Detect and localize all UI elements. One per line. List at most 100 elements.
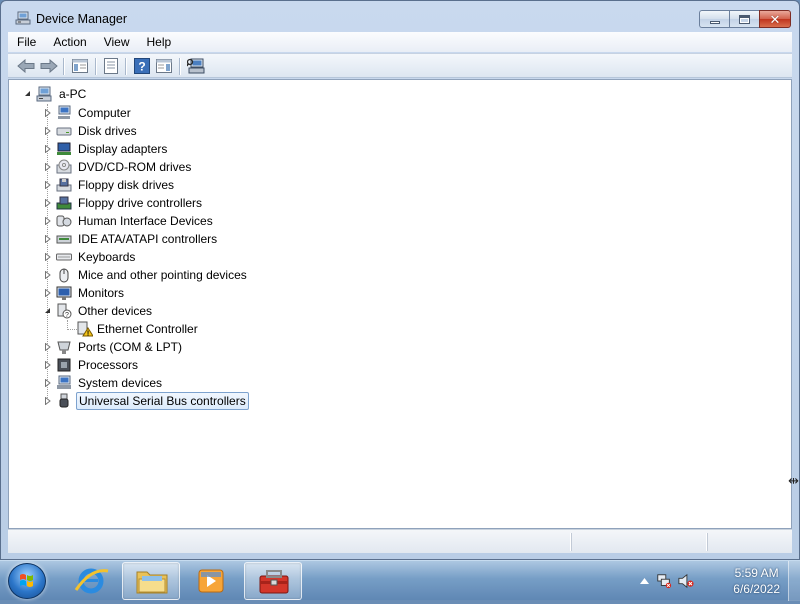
properties-icon	[104, 58, 118, 74]
expand-arrow-icon[interactable]	[43, 288, 52, 297]
computer-icon	[58, 105, 71, 119]
svg-text:!: !	[87, 330, 89, 337]
clock-date: 6/6/2022	[733, 582, 780, 596]
tree-item-floppy-drive-controllers[interactable]: Floppy drive controllers	[76, 195, 204, 211]
device-manager-window: Device Manager ✕ File Action View Help ?	[0, 0, 800, 560]
taskbar-internet-explorer[interactable]	[62, 562, 120, 600]
disk-drive-icon	[56, 127, 72, 136]
minimize-button[interactable]	[699, 10, 729, 28]
expand-arrow-icon[interactable]	[43, 270, 52, 279]
start-button[interactable]	[8, 563, 46, 599]
taskbar-media-player[interactable]	[182, 562, 240, 600]
expand-arrow-icon[interactable]	[43, 198, 52, 207]
expand-arrow-icon[interactable]	[43, 108, 52, 117]
toolbar-separator	[63, 58, 64, 75]
tree-item-human-interface-devices[interactable]: Human Interface Devices	[76, 213, 215, 229]
show-hidden-icons-arrow[interactable]	[636, 573, 652, 589]
scan-hardware-button[interactable]	[186, 57, 206, 75]
tree-item-system-devices[interactable]: System devices	[76, 375, 164, 391]
media-player-icon	[198, 569, 224, 593]
taskbar-device-manager[interactable]	[244, 562, 302, 600]
volume-muted-icon[interactable]	[678, 573, 694, 589]
expand-arrow-icon[interactable]	[43, 342, 52, 351]
port-icon	[57, 341, 71, 354]
help-icon: ?	[134, 58, 150, 74]
hid-icon	[56, 215, 72, 227]
processor-icon	[57, 358, 71, 372]
floppy-controller-icon	[56, 196, 72, 210]
expand-arrow-icon[interactable]	[43, 126, 52, 135]
expand-arrow-icon[interactable]	[43, 234, 52, 243]
monitor-icon	[56, 286, 72, 300]
menu-bar: File Action View Help	[8, 32, 792, 52]
taskbar-windows-explorer[interactable]	[122, 562, 180, 600]
forward-arrow-icon	[40, 59, 58, 73]
properties-button[interactable]	[101, 57, 121, 75]
show-action-pane-button[interactable]	[154, 57, 174, 75]
tree-item-dvd-cd-rom-drives[interactable]: DVD/CD-ROM drives	[76, 159, 193, 175]
menu-file[interactable]: File	[8, 32, 44, 52]
show-hide-console-tree-button[interactable]	[70, 57, 90, 75]
floppy-drive-icon	[56, 178, 72, 192]
keyboard-icon	[56, 253, 72, 261]
device-manager-icon	[15, 11, 31, 25]
menu-action[interactable]: Action	[44, 32, 94, 52]
computer-root-icon	[36, 86, 52, 102]
tree-item-ide-ata-atapi-controllers[interactable]: IDE ATA/ATAPI controllers	[76, 231, 219, 247]
window-title: Device Manager	[36, 12, 128, 26]
menu-view[interactable]: View	[95, 32, 138, 52]
menu-help[interactable]: Help	[138, 32, 180, 52]
network-icon[interactable]	[656, 573, 672, 589]
tree-root-label[interactable]: a-PC	[57, 86, 88, 102]
windows-explorer-icon	[136, 571, 168, 594]
status-panel	[571, 533, 707, 551]
expand-arrow-icon[interactable]	[43, 252, 52, 261]
expand-arrow-icon[interactable]	[43, 378, 52, 387]
forward-button[interactable]	[39, 57, 59, 75]
tree-item-disk-drives[interactable]: Disk drives	[76, 123, 139, 139]
ide-controller-icon	[56, 235, 72, 244]
collapse-arrow-icon[interactable]	[43, 306, 52, 315]
tree-item-monitors[interactable]: Monitors	[76, 285, 126, 301]
close-button[interactable]: ✕	[759, 10, 791, 28]
tree-item-processors[interactable]: Processors	[76, 357, 140, 373]
warning-device-icon: !	[77, 321, 93, 337]
tree-item-computer[interactable]: Computer	[76, 105, 133, 121]
resize-cursor-icon: ⇹	[788, 473, 799, 488]
expand-arrow-icon[interactable]	[43, 144, 52, 153]
show-action-pane-icon	[156, 59, 172, 73]
expand-arrow-icon[interactable]	[43, 360, 52, 369]
expand-arrow-icon[interactable]	[43, 180, 52, 189]
toolbar-separator	[179, 58, 180, 75]
tree-item-ports-com-lpt[interactable]: Ports (COM & LPT)	[76, 339, 184, 355]
expand-arrow-icon[interactable]	[43, 162, 52, 171]
help-button[interactable]: ?	[132, 57, 152, 75]
toolbar-separator	[95, 58, 96, 75]
tree-item-floppy-disk-drives[interactable]: Floppy disk drives	[76, 177, 176, 193]
expand-arrow-icon[interactable]	[43, 216, 52, 225]
tree-item-ethernet-controller[interactable]: Ethernet Controller	[95, 321, 200, 337]
dvd-drive-icon	[56, 159, 72, 174]
title-bar[interactable]: Device Manager ✕	[1, 1, 799, 33]
show-desktop-button[interactable]	[788, 561, 800, 601]
clock[interactable]: 5:59 AM 6/6/2022	[733, 565, 780, 597]
status-bar	[8, 529, 792, 553]
system-device-icon	[57, 375, 71, 389]
tree-guide-line	[67, 329, 77, 330]
collapse-arrow-icon[interactable]	[23, 89, 32, 98]
tree-item-keyboards[interactable]: Keyboards	[76, 249, 137, 265]
tree-item-display-adapters[interactable]: Display adapters	[76, 141, 169, 157]
mouse-icon	[59, 268, 69, 283]
minimize-icon	[709, 20, 720, 24]
back-button[interactable]	[16, 57, 36, 75]
internet-explorer-icon	[74, 568, 109, 594]
tree-item-mice-and-other-pointing-devices[interactable]: Mice and other pointing devices	[76, 267, 249, 283]
device-tree[interactable]: a-PC Computer Disk drives Display adapters…	[8, 79, 792, 529]
back-arrow-icon	[17, 59, 35, 73]
windows-logo-icon	[20, 574, 33, 587]
taskbar: 5:59 AM 6/6/2022	[0, 560, 800, 601]
tree-item-other-devices[interactable]: Other devices	[76, 303, 154, 319]
expand-arrow-icon[interactable]	[43, 396, 52, 405]
maximize-button[interactable]	[729, 10, 759, 28]
tree-item-universal-serial-bus-controllers[interactable]: Universal Serial Bus controllers	[76, 392, 249, 410]
